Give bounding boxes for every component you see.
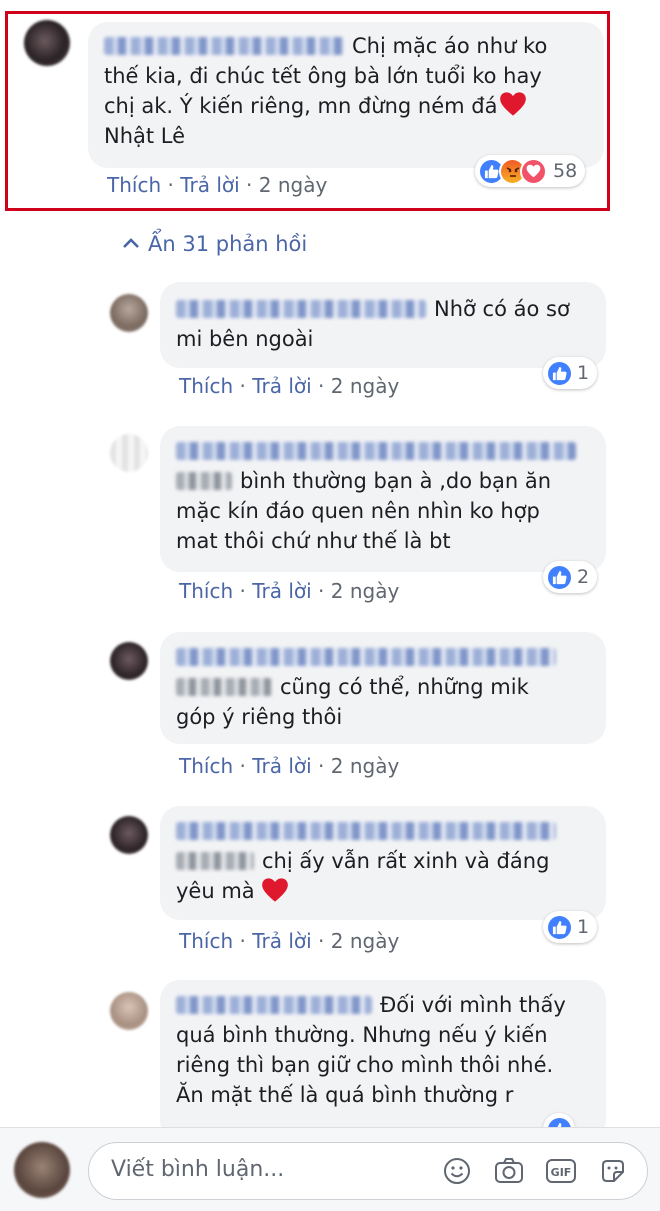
comment-composer: Viết bình luận... GIF: [0, 1127, 660, 1211]
reaction-summary[interactable]: 58: [475, 155, 586, 187]
timestamp[interactable]: 2 ngày: [331, 579, 400, 603]
reply-text: mặc kín đáo quen nên nhìn ko hợp: [176, 499, 540, 523]
reply-text: cũng có thể, những mik: [280, 675, 529, 699]
hide-replies-link[interactable]: Ẩn 31 phản hồi: [122, 232, 307, 256]
like-link[interactable]: Thích: [179, 579, 233, 603]
reaction-summary[interactable]: 2: [543, 561, 598, 593]
author-name-blurred[interactable]: [176, 822, 556, 840]
reply-text: chị ấy vẫn rất xinh và đáng: [262, 849, 550, 873]
reaction-count: 2: [577, 566, 590, 588]
reply-text: mat thôi chứ như thế là bt: [176, 529, 451, 553]
main-comment-bubble: Chị mặc áo như ko thế kia, đi chúc tết ô…: [88, 22, 604, 168]
reply-actions: Thích · Trả lời · 2 ngày: [179, 929, 400, 953]
reaction-count: 58: [553, 160, 578, 182]
like-link[interactable]: Thích: [179, 374, 233, 398]
chevron-up-icon: [123, 238, 139, 248]
reply-bubble: Đối với mình thấy quá bình thường. Nhưng…: [160, 980, 606, 1140]
reply-text: mi bên ngoài: [176, 327, 314, 351]
gif-label: GIF: [551, 1166, 572, 1179]
avatar: [14, 1142, 70, 1198]
heart-emoji-icon: [500, 92, 527, 116]
comment-placeholder: Viết bình luận...: [111, 1157, 285, 1182]
avatar[interactable]: [110, 294, 148, 332]
heart-emoji-icon: [262, 878, 289, 902]
emoji-icon[interactable]: [441, 1155, 473, 1187]
timestamp[interactable]: 2 ngày: [331, 374, 400, 398]
like-link[interactable]: Thích: [179, 754, 233, 778]
author-name-blurred[interactable]: [104, 37, 344, 55]
reply-text: Nhỡ có áo sơ: [434, 297, 570, 321]
reply-bubble: Nhỡ có áo sơ mi bên ngoài: [160, 282, 606, 368]
tagged-name-blurred[interactable]: [176, 472, 232, 490]
like-link[interactable]: Thích: [179, 929, 233, 953]
reply-actions: Thích · Trả lời · 2 ngày: [179, 579, 400, 603]
author-name-blurred[interactable]: [176, 442, 576, 460]
reply-text: quá bình thường. Nhưng nếu ý kiến: [176, 1023, 548, 1047]
reply-text: Ăn mặt thế là quá bình thường r: [176, 1083, 514, 1107]
main-comment-actions: Thích · Trả lời · 2 ngày: [107, 173, 328, 197]
gif-icon[interactable]: GIF: [545, 1155, 577, 1187]
sticker-icon[interactable]: [597, 1155, 629, 1187]
reply-bubble: chị ấy vẫn rất xinh và đáng yêu mà: [160, 806, 606, 920]
reply-actions: Thích · Trả lời · 2 ngày: [179, 374, 400, 398]
avatar[interactable]: [110, 642, 148, 680]
tagged-name-blurred[interactable]: [176, 852, 254, 870]
timestamp[interactable]: 2 ngày: [331, 929, 400, 953]
reply-link[interactable]: Trả lời: [252, 579, 311, 603]
reaction-summary[interactable]: 1: [543, 357, 598, 389]
main-comment-line2: thế kia, đi chúc tết ông bà lớn tuổi ko …: [104, 64, 542, 88]
timestamp[interactable]: 2 ngày: [259, 173, 328, 197]
like-icon: [546, 913, 573, 941]
camera-icon[interactable]: [493, 1155, 525, 1187]
reply-link[interactable]: Trả lời: [252, 929, 311, 953]
author-name-blurred[interactable]: [176, 996, 372, 1014]
avatar[interactable]: [110, 992, 148, 1030]
reply-text: bình thường bạn à ,do bạn ăn: [240, 469, 552, 493]
main-comment-line3: chị ak. Ý kiến riêng, mn đừng ném đá: [104, 91, 588, 121]
avatar[interactable]: [24, 20, 70, 66]
tagged-name-blurred[interactable]: [176, 678, 272, 696]
avatar[interactable]: [110, 816, 148, 854]
avatar[interactable]: [110, 434, 148, 472]
reply-link[interactable]: Trả lời: [252, 374, 311, 398]
like-icon: [546, 563, 573, 591]
reply-actions: Thích · Trả lời · 2 ngày: [179, 754, 400, 778]
author-name-blurred[interactable]: [176, 300, 426, 318]
like-link[interactable]: Thích: [107, 173, 161, 197]
main-comment-line1: Chị mặc áo như ko: [104, 31, 588, 61]
reply-bubble: bình thường bạn à ,do bạn ăn mặc kín đáo…: [160, 426, 606, 572]
reply-text: yêu mà: [176, 879, 255, 903]
reply-text: riêng thì bạn giữ cho mình thôi nhé.: [176, 1053, 554, 1077]
reaction-count: 1: [577, 916, 590, 938]
love-icon: [520, 157, 547, 185]
reply-text: góp ý riêng thôi: [176, 705, 343, 729]
author-name-blurred[interactable]: [176, 648, 556, 666]
comment-input[interactable]: Viết bình luận... GIF: [88, 1142, 648, 1200]
reaction-count: 1: [577, 362, 590, 384]
reply-link[interactable]: Trả lời: [180, 173, 239, 197]
reply-text: Đối với mình thấy: [380, 993, 566, 1017]
timestamp[interactable]: 2 ngày: [331, 754, 400, 778]
reaction-summary[interactable]: 1: [543, 911, 598, 943]
like-icon: [546, 359, 573, 387]
reply-bubble: cũng có thể, những mik góp ý riêng thôi: [160, 632, 606, 744]
reply-link[interactable]: Trả lời: [252, 754, 311, 778]
mention-link[interactable]: Nhật Lê: [104, 121, 588, 151]
